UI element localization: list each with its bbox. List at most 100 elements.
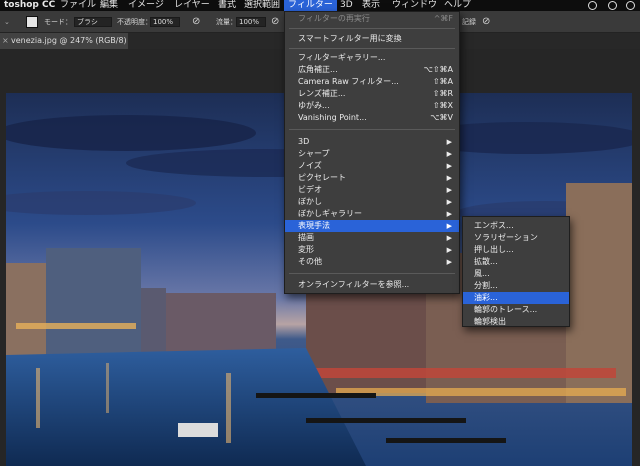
- submenu-arrow-icon: ▶: [446, 138, 452, 146]
- status-icon[interactable]: [626, 1, 635, 10]
- submenu-arrow-icon: ▶: [446, 258, 452, 266]
- pressure-opacity-icon[interactable]: ⊘: [192, 11, 200, 33]
- menu-edit[interactable]: 編集: [96, 0, 122, 11]
- menu-separator: [289, 28, 455, 29]
- mode-label: モード：: [44, 18, 72, 26]
- menu-3d[interactable]: 3D: [336, 0, 357, 11]
- submenu-arrow-icon: ▶: [446, 210, 452, 218]
- menu-item-label: 分割...: [474, 281, 498, 290]
- opacity-input[interactable]: 100%: [150, 17, 180, 27]
- menu-item-label: 表現手法: [298, 221, 330, 230]
- menu-window[interactable]: ウィンドウ: [388, 0, 441, 11]
- menu-separator: [289, 129, 455, 130]
- shortcut-label: ⇧⌘X: [432, 101, 453, 110]
- submenu-arrow-icon: ▶: [446, 174, 452, 182]
- menu-item-label: エンボス...: [474, 221, 514, 230]
- menu-item-label: 油彩...: [474, 293, 498, 302]
- menu-item-label: 変形: [298, 245, 314, 254]
- menu-item-sharpen[interactable]: シャープ ▶: [285, 148, 459, 160]
- submenu-arrow-icon: ▶: [446, 186, 452, 194]
- menu-item-label: スマートフィルター用に変換: [298, 34, 402, 43]
- menu-file[interactable]: ファイル: [56, 0, 100, 11]
- submenu-item-diffuse[interactable]: 拡散...: [463, 256, 569, 268]
- menu-separator: [289, 48, 455, 49]
- submenu-item-solarize[interactable]: ソラリゼーション: [463, 232, 569, 244]
- flow-input[interactable]: 100%: [236, 17, 266, 27]
- mode-select[interactable]: ブラシ: [74, 17, 112, 27]
- flow-label: 流量：: [216, 18, 237, 26]
- document-tab[interactable]: × venezia.jpg @ 247% (RGB/8) *: [0, 33, 128, 61]
- menu-item-label: ビデオ: [298, 185, 322, 194]
- submenu-item-emboss[interactable]: エンボス...: [463, 220, 569, 232]
- menu-item-render[interactable]: 描画 ▶: [285, 232, 459, 244]
- menu-item-label: 輪郭検出: [474, 317, 506, 326]
- submenu-arrow-icon: ▶: [446, 150, 452, 158]
- menu-item-label: 輪郭のトレース...: [474, 305, 538, 314]
- shortcut-label: ⇧⌘R: [432, 89, 453, 98]
- menu-help[interactable]: ヘルプ: [440, 0, 475, 11]
- close-tab-icon[interactable]: ×: [2, 33, 9, 49]
- submenu-item-trace-contour[interactable]: 輪郭のトレース...: [463, 304, 569, 316]
- submenu-item-find-edges[interactable]: 輪郭検出: [463, 316, 569, 328]
- submenu-arrow-icon: ▶: [446, 234, 452, 242]
- menu-item-label: ピクセレート: [298, 173, 346, 182]
- airbrush-icon[interactable]: ⊘: [271, 11, 279, 33]
- menu-layer[interactable]: レイヤー: [170, 0, 214, 11]
- menu-bar: toshop CC ファイル 編集 イメージ レイヤー 書式 選択範囲 フィルタ…: [0, 0, 640, 11]
- menu-type[interactable]: 書式: [214, 0, 240, 11]
- menu-filter[interactable]: フィルター: [284, 0, 337, 11]
- menu-select[interactable]: 選択範囲: [240, 0, 284, 11]
- menu-item-vanishing-point[interactable]: Vanishing Point... ⌥⌘V: [285, 112, 459, 124]
- menu-item-lens-correction[interactable]: レンズ補正... ⇧⌘R: [285, 88, 459, 100]
- menu-item-label: Vanishing Point...: [298, 113, 367, 122]
- stylize-submenu: エンボス... ソラリゼーション 押し出し... 拡散... 風... 分割..…: [462, 216, 570, 327]
- submenu-arrow-icon: ▶: [446, 246, 452, 254]
- menu-item-filter-gallery[interactable]: フィルターギャラリー...: [285, 52, 459, 64]
- menu-item-camera-raw[interactable]: Camera Raw フィルター... ⇧⌘A: [285, 76, 459, 88]
- app-name[interactable]: toshop CC: [0, 0, 59, 11]
- menu-item-label: 押し出し...: [474, 245, 514, 254]
- menu-item-blur-gallery[interactable]: ぼかしギャラリー ▶: [285, 208, 459, 220]
- menu-image[interactable]: イメージ: [124, 0, 168, 11]
- shortcut-label: ^⌘F: [433, 14, 453, 23]
- submenu-arrow-icon: ▶: [446, 222, 452, 230]
- menu-item-stylize[interactable]: 表現手法 ▶: [285, 220, 459, 232]
- menu-item-label: 拡散...: [474, 257, 498, 266]
- menu-item-blur[interactable]: ぼかし ▶: [285, 196, 459, 208]
- submenu-item-extrude[interactable]: 押し出し...: [463, 244, 569, 256]
- shortcut-label: ⇧⌘A: [432, 77, 453, 86]
- menu-item-3d[interactable]: 3D ▶: [285, 136, 459, 148]
- tool-preset-chevron-icon[interactable]: ⌄: [4, 11, 10, 33]
- submenu-item-tiles[interactable]: 分割...: [463, 280, 569, 292]
- menu-item-distort[interactable]: 変形 ▶: [285, 244, 459, 256]
- filter-menu: フィルターの再実行 ^⌘F スマートフィルター用に変換 フィルターギャラリー..…: [284, 11, 460, 294]
- menu-item-label: レンズ補正...: [298, 89, 346, 98]
- menu-item-label: フィルターギャラリー...: [298, 53, 386, 62]
- menu-item-browse-online[interactable]: オンラインフィルターを参照...: [285, 279, 459, 291]
- menu-item-label: シャープ: [298, 149, 330, 158]
- menu-item-other[interactable]: その他 ▶: [285, 256, 459, 268]
- menu-view[interactable]: 表示: [358, 0, 384, 11]
- menu-item-pixelate[interactable]: ピクセレート ▶: [285, 172, 459, 184]
- menu-item-label: ぼかしギャラリー: [298, 209, 362, 218]
- menu-item-label: 広角補正...: [298, 65, 338, 74]
- menu-item-label: Camera Raw フィルター...: [298, 77, 399, 86]
- status-icon[interactable]: [588, 1, 597, 10]
- menu-item-noise[interactable]: ノイズ ▶: [285, 160, 459, 172]
- menu-item-label: その他: [298, 257, 322, 266]
- menu-separator: [289, 273, 455, 274]
- menu-item-label: 3D: [298, 137, 310, 146]
- menu-item-video[interactable]: ビデオ ▶: [285, 184, 459, 196]
- shortcut-label: ⌥⇧⌘A: [423, 65, 453, 74]
- menu-item-convert-smart-filters[interactable]: スマートフィルター用に変換: [285, 33, 459, 45]
- submenu-item-oil-paint[interactable]: 油彩...: [463, 292, 569, 304]
- brush-preview-icon[interactable]: [26, 16, 38, 28]
- pressure-size-icon[interactable]: ⊘: [482, 11, 490, 33]
- opacity-label: 不透明度：: [117, 18, 152, 26]
- menu-item-label: フィルターの再実行: [298, 14, 370, 23]
- shortcut-label: ⌥⌘V: [430, 113, 453, 122]
- menu-item-liquify[interactable]: ゆがみ... ⇧⌘X: [285, 100, 459, 112]
- menu-item-adaptive-wide-angle[interactable]: 広角補正... ⌥⇧⌘A: [285, 64, 459, 76]
- status-icon[interactable]: [608, 1, 617, 10]
- submenu-item-wind[interactable]: 風...: [463, 268, 569, 280]
